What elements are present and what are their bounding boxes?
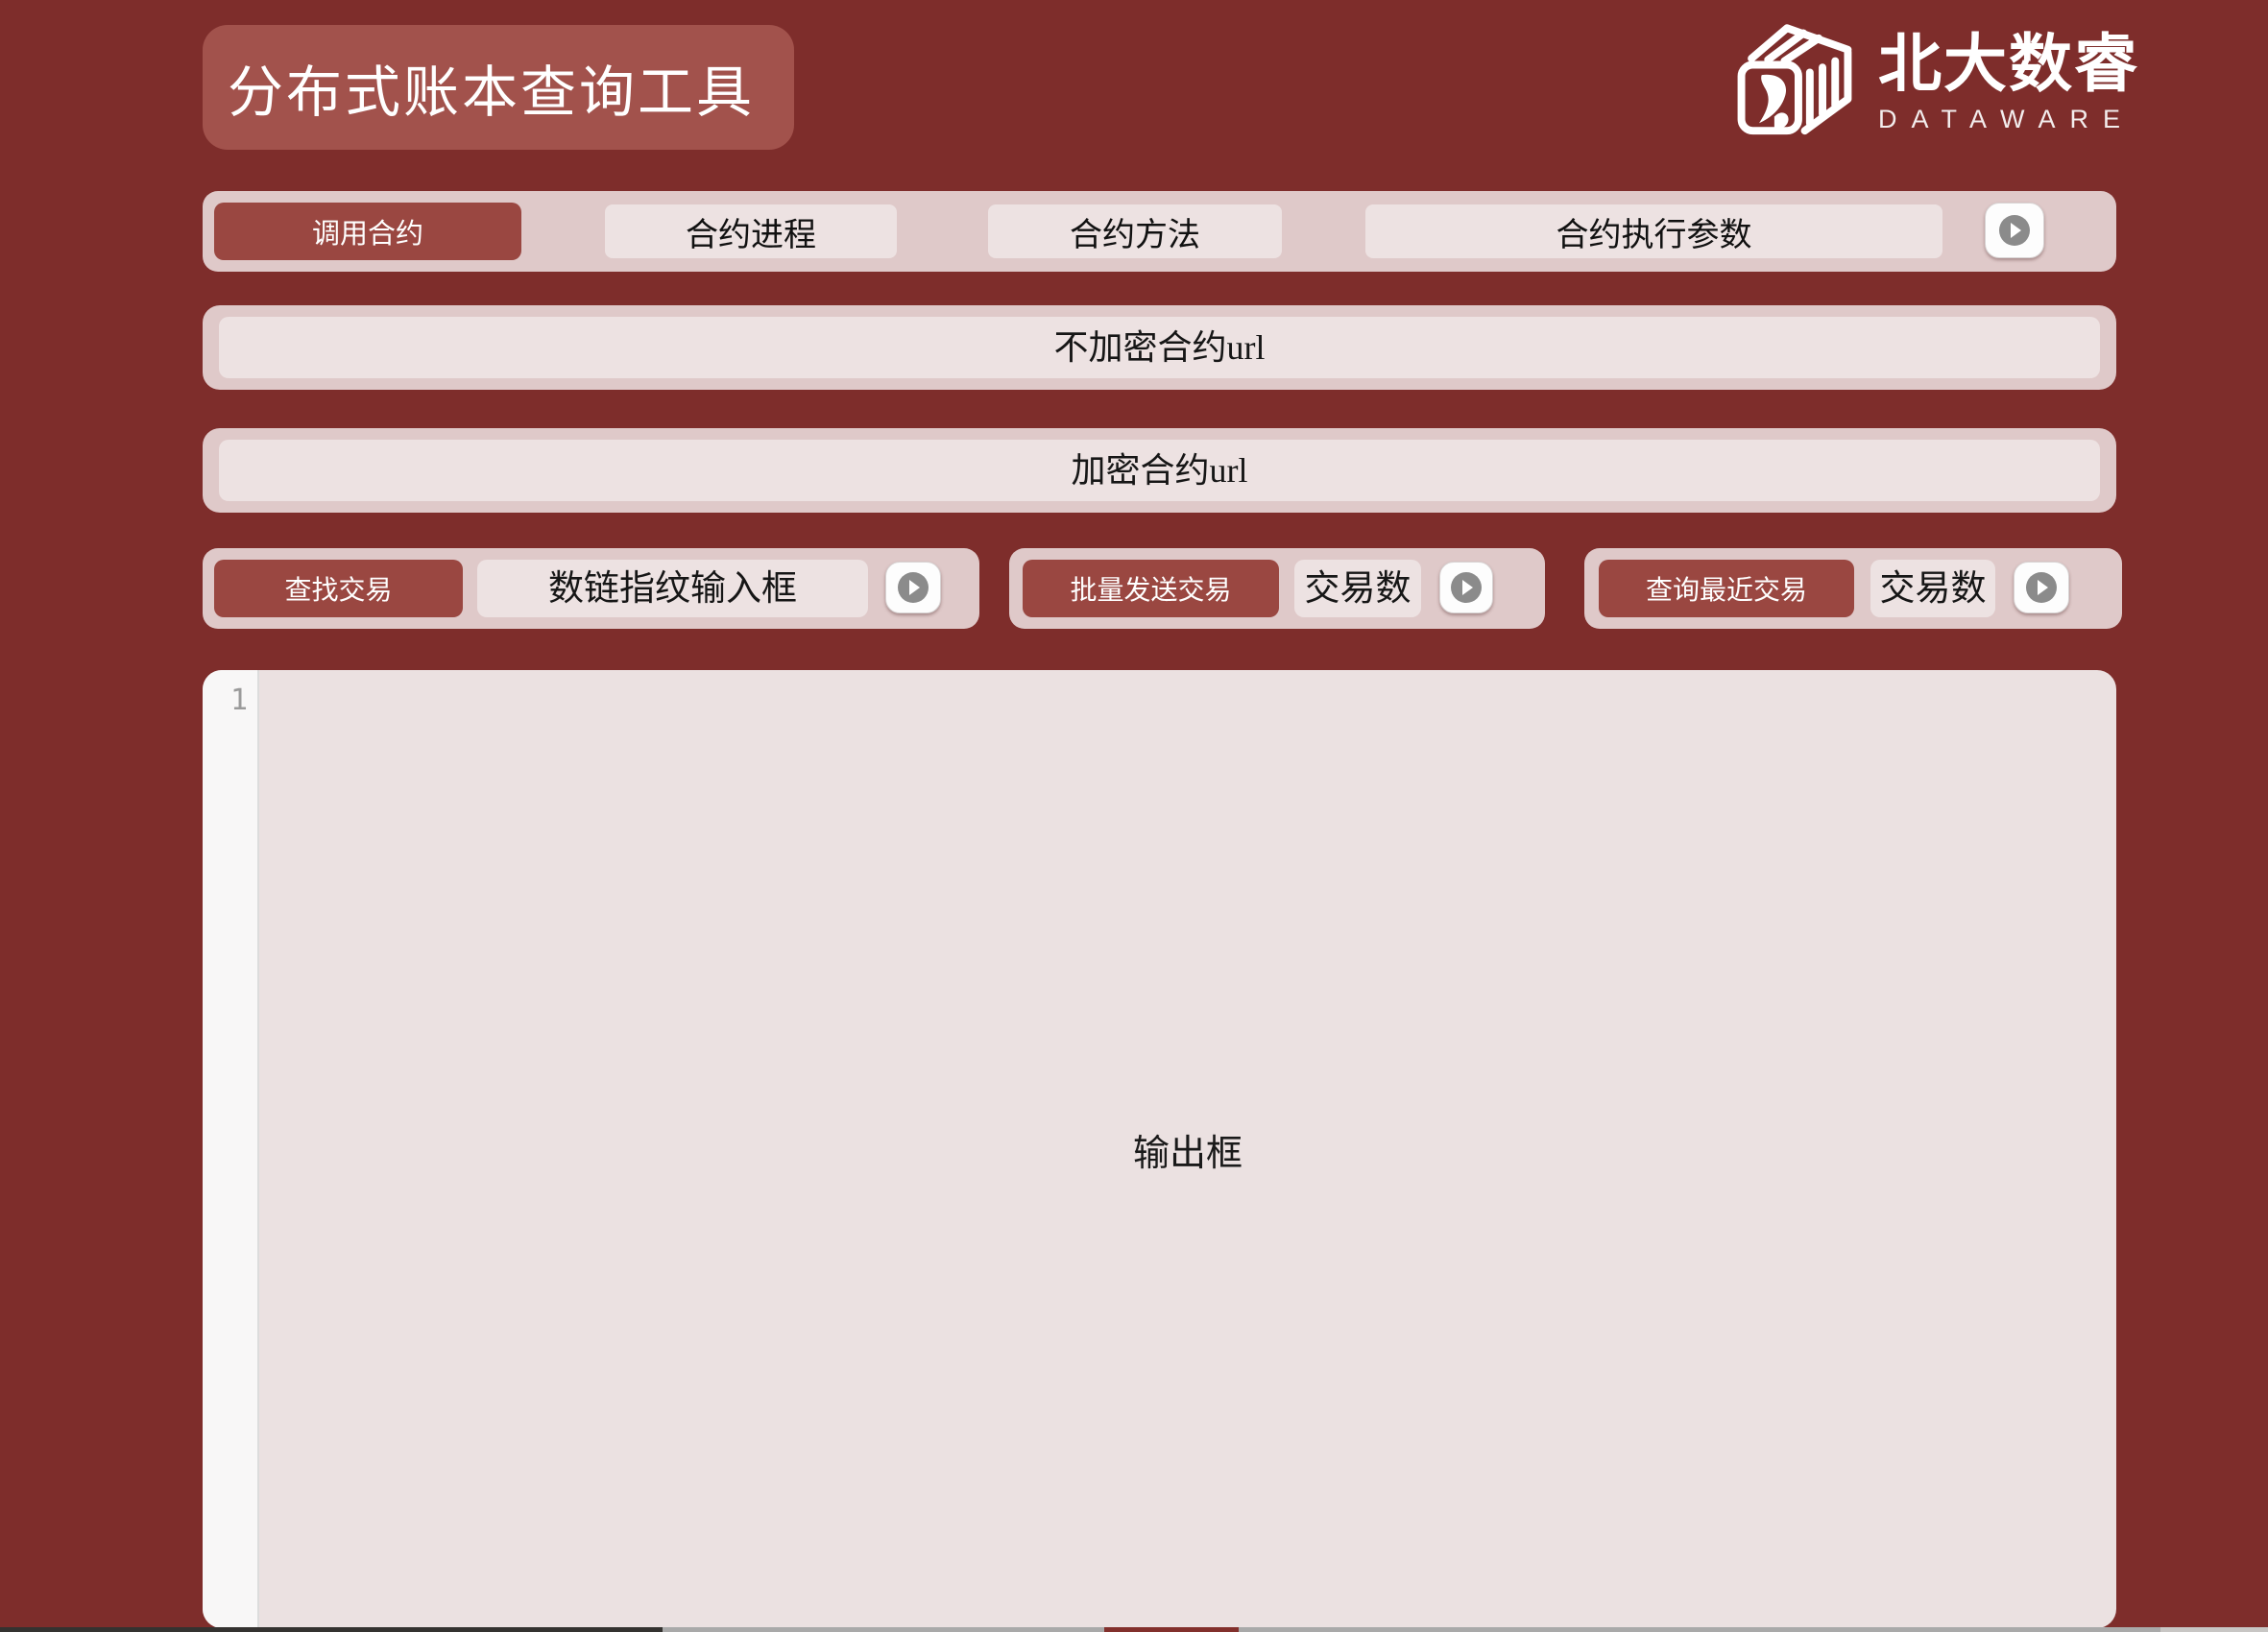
brand-logo: 北大数睿 DATAWARE [1728, 17, 2141, 148]
batch-send-transactions-button[interactable]: 批量发送交易 [1023, 560, 1279, 617]
brand-text: 北大数睿 DATAWARE [1878, 31, 2139, 134]
play-icon [1451, 572, 1482, 603]
query-recent-transactions-button[interactable]: 查询最近交易 [1599, 560, 1854, 617]
line-number-gutter: 1 [203, 670, 259, 1628]
encrypted-url-bar [203, 428, 2116, 513]
tab-contract-exec-params[interactable]: 合约执行参数 [1365, 204, 1942, 258]
tab-contract-method[interactable]: 合约方法 [988, 204, 1282, 258]
run-find-transaction-button[interactable] [885, 562, 941, 613]
brand-name: 北大数睿 [1878, 31, 2139, 97]
line-number: 1 [230, 684, 248, 717]
output-editor[interactable]: 1 输出框 [203, 670, 2116, 1628]
page-title: 分布式账本查询工具 [203, 25, 794, 150]
play-icon [2026, 572, 2057, 603]
batch-send-count-input[interactable] [1294, 560, 1421, 617]
output-placeholder: 输出框 [1133, 1123, 1243, 1176]
bottom-strip-segment [1239, 1627, 2160, 1632]
brand-subtitle: DATAWARE [1878, 105, 2139, 134]
run-query-recent-button[interactable] [2014, 562, 2069, 613]
tab-contract-process[interactable]: 合约进程 [605, 204, 897, 258]
play-icon [1999, 215, 2030, 246]
output-content[interactable]: 输出框 [259, 670, 2116, 1628]
page-title-text: 分布式账本查询工具 [228, 47, 755, 128]
contract-toolbar: 调用合约 合约进程 合约方法 合约执行参数 [203, 191, 2116, 272]
bottom-strip-segment [663, 1627, 1104, 1632]
encrypted-contract-url-input[interactable] [219, 440, 2100, 501]
chain-fingerprint-input[interactable] [477, 560, 868, 617]
plain-contract-url-input[interactable] [219, 317, 2100, 378]
bottom-strip-segment [0, 1627, 663, 1632]
find-transaction-group: 查找交易 [203, 548, 979, 629]
query-recent-group: 查询最近交易 [1584, 548, 2122, 629]
dataware-cube-icon [1728, 19, 1861, 146]
run-contract-button[interactable] [1985, 203, 2044, 258]
plain-url-bar [203, 305, 2116, 390]
run-batch-send-button[interactable] [1439, 562, 1493, 613]
bottom-strip-segment [2160, 1627, 2268, 1632]
bottom-screen-edge [0, 1627, 2268, 1632]
batch-send-group: 批量发送交易 [1009, 548, 1545, 629]
recent-count-input[interactable] [1870, 560, 1995, 617]
bottom-strip-segment [1104, 1627, 1239, 1632]
find-transaction-button[interactable]: 查找交易 [214, 560, 463, 617]
play-icon [898, 572, 929, 603]
tab-call-contract[interactable]: 调用合约 [214, 203, 521, 260]
